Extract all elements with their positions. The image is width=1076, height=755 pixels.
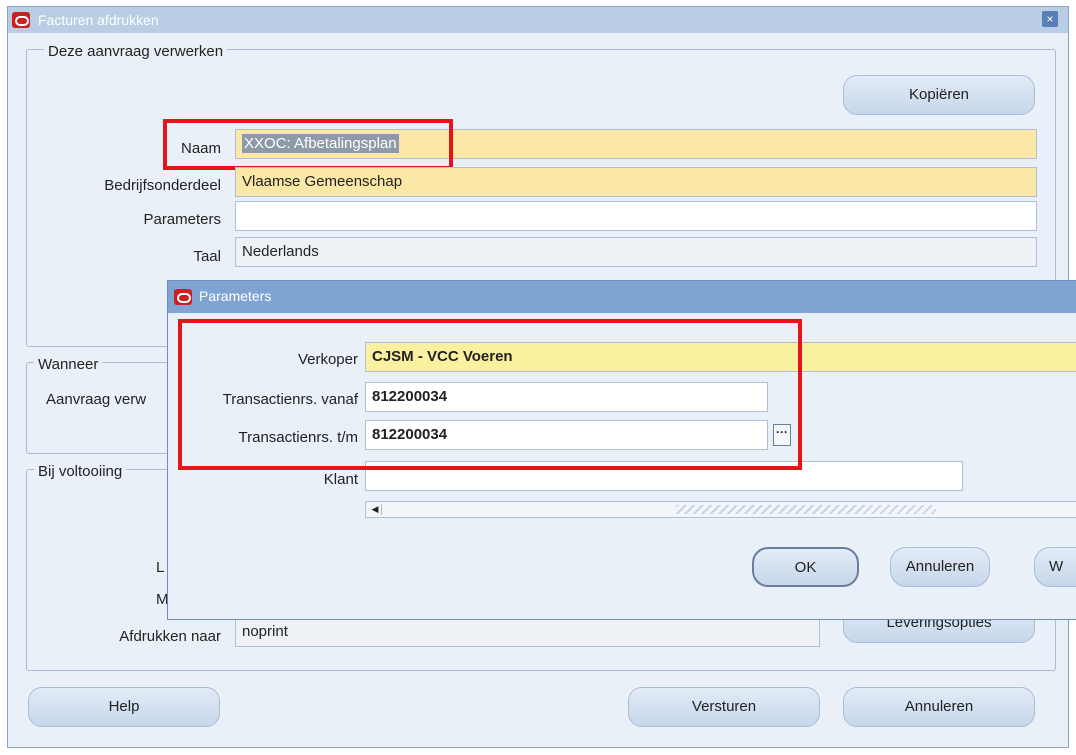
scroll-track bbox=[676, 505, 936, 514]
ok-button-label: OK bbox=[794, 559, 817, 576]
oracle-logo-icon bbox=[12, 12, 30, 28]
org-field[interactable]: Vlaamse Gemeenschap bbox=[235, 167, 1037, 197]
ok-button[interactable]: OK bbox=[752, 547, 859, 587]
print-to-label: Afdrukken naar bbox=[119, 628, 221, 645]
language-label: Taal bbox=[193, 248, 221, 265]
process-request-label: Deze aanvraag verwerken bbox=[44, 43, 228, 60]
completion-partial-label-1: L bbox=[156, 559, 165, 576]
close-icon[interactable]: × bbox=[1042, 11, 1058, 27]
language-field[interactable]: Nederlands bbox=[235, 237, 1037, 267]
submit-button-label: Versturen bbox=[691, 698, 757, 715]
oracle-logo-icon bbox=[174, 289, 192, 305]
dialog-cancel-button[interactable]: Annuleren bbox=[890, 547, 990, 587]
help-button[interactable]: Help bbox=[28, 687, 220, 727]
when-label: Wanneer bbox=[34, 356, 103, 373]
when-request-label: Aanvraag verw bbox=[46, 391, 147, 408]
org-label: Bedrijfsonderdeel bbox=[104, 177, 221, 194]
customer-label: Klant bbox=[323, 471, 358, 488]
copy-button[interactable]: Kopiëren bbox=[843, 75, 1035, 115]
scroll-left-icon[interactable]: ◀ bbox=[369, 504, 382, 515]
parameters-label: Parameters bbox=[143, 211, 221, 228]
copy-button-label: Kopiëren bbox=[908, 86, 970, 103]
parameters-dialog: Parameters Verkoper CJSM - VCC Voeren Tr… bbox=[167, 280, 1076, 620]
horizontal-scrollbar[interactable]: ◀ bbox=[365, 501, 1076, 518]
help-button-label: Help bbox=[108, 698, 140, 715]
dialog-third-button[interactable]: W bbox=[1034, 547, 1076, 587]
dialog-third-label: W bbox=[1049, 558, 1064, 575]
print-to-field[interactable]: noprint bbox=[235, 617, 820, 647]
cancel-button[interactable]: Annuleren bbox=[843, 687, 1035, 727]
completion-label: Bij voltooiing bbox=[34, 463, 127, 480]
cancel-button-label: Annuleren bbox=[904, 698, 974, 715]
highlight-parameters bbox=[178, 319, 802, 470]
highlight-name bbox=[163, 119, 453, 170]
submit-button[interactable]: Versturen bbox=[628, 687, 820, 727]
parameters-titlebar: Parameters bbox=[168, 281, 1076, 313]
dialog-title: Parameters bbox=[199, 288, 272, 304]
main-titlebar: Facturen afdrukken × bbox=[8, 7, 1068, 33]
parameters-field[interactable] bbox=[235, 201, 1037, 231]
dialog-cancel-label: Annuleren bbox=[905, 558, 975, 575]
window-title: Facturen afdrukken bbox=[38, 12, 159, 28]
